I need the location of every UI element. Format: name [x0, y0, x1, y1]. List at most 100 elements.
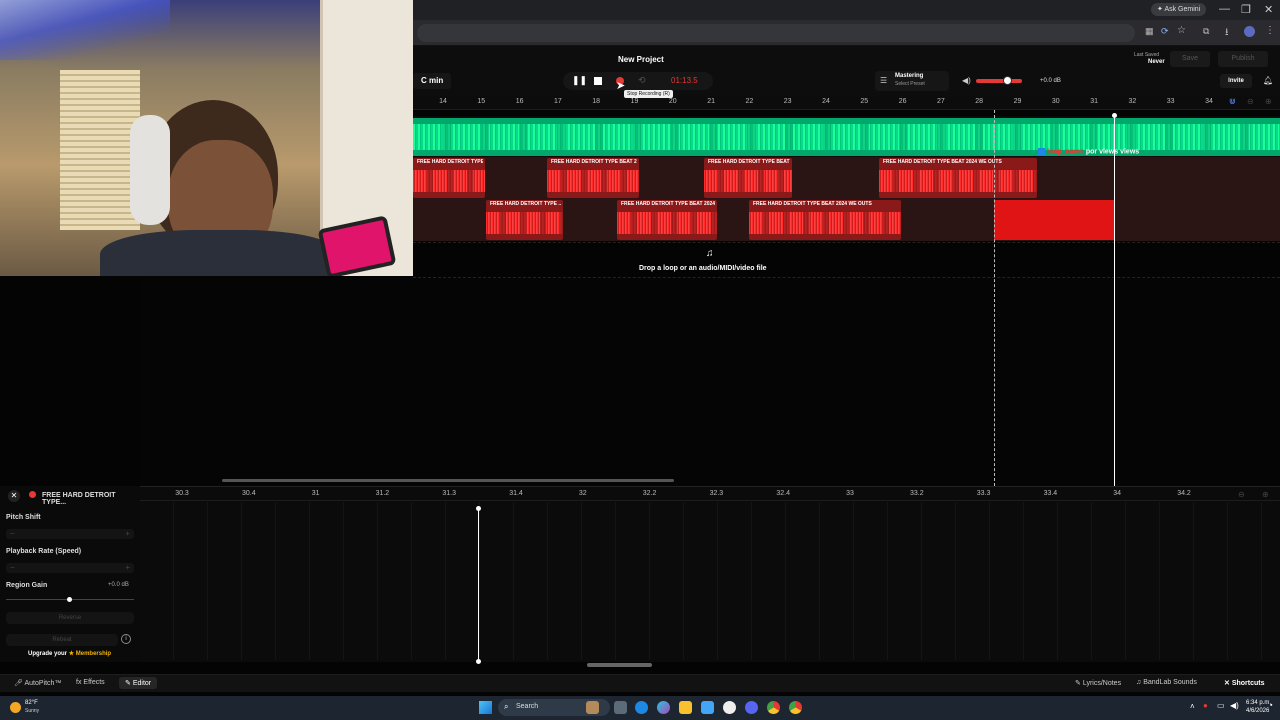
project-title[interactable]: New Project — [618, 55, 664, 64]
bell-icon[interactable]: 🔔︎ — [1263, 76, 1273, 85]
editor-tab[interactable]: ✎ Editor — [119, 677, 158, 689]
zoom-in-icon[interactable]: ⊕ — [1265, 97, 1272, 106]
master-volume-slider[interactable] — [976, 76, 1022, 85]
reverse-button[interactable]: Reverse — [6, 612, 134, 624]
volume-knob[interactable] — [1003, 76, 1012, 85]
editor-playhead[interactable] — [478, 508, 479, 662]
close-window-button[interactable]: ✕ — [1264, 3, 1273, 16]
editor-grid[interactable] — [140, 502, 1280, 660]
info-icon[interactable]: i — [121, 634, 131, 644]
horizontal-scrollbar[interactable] — [222, 479, 674, 482]
notification-icon[interactable]: ▪ — [1270, 702, 1272, 709]
sync-icon[interactable]: ⟳ — [1161, 26, 1169, 37]
restore-button[interactable]: ❐ — [1241, 3, 1251, 16]
editor-playhead-top[interactable] — [476, 506, 481, 511]
rebeat-button[interactable]: Rebeat — [6, 634, 118, 646]
shortcuts-button[interactable]: ✕ Shortcuts — [1224, 679, 1265, 687]
publish-button[interactable]: Publish — [1218, 51, 1268, 67]
copilot-icon[interactable] — [657, 701, 670, 714]
editor-ruler-tick: 31.2 — [375, 490, 390, 497]
ruler-tick: 30 — [1051, 98, 1060, 105]
mic-tray-icon[interactable]: ● — [1203, 701, 1208, 710]
pause-button[interactable]: ❚❚ — [572, 75, 587, 86]
track-loop[interactable]: loop_name por views views — [413, 116, 1280, 157]
playhead-marker[interactable] — [1112, 113, 1117, 118]
weather-temp[interactable]: 82°F — [25, 700, 38, 706]
editor-playhead-bottom[interactable] — [476, 659, 481, 664]
lyrics-notes-tab[interactable]: ✎ Lyrics/Notes — [1075, 679, 1121, 687]
magnet-icon[interactable]: ⋓ — [1229, 97, 1236, 106]
region-gain-knob[interactable] — [67, 597, 72, 602]
bookmark-star-icon[interactable]: ☆ — [1177, 25, 1186, 36]
editor-ruler-tick: 30.3 — [175, 490, 189, 497]
loop-icon[interactable]: ⟲ — [638, 75, 646, 86]
audio-clip[interactable]: FREE HARD DETROIT TYPE BEAT 2024 ... — [617, 200, 717, 240]
audio-clip[interactable]: FREE HARD DETROIT TYPE BE... — [413, 158, 485, 198]
playback-rate-stepper[interactable]: − + — [6, 563, 134, 573]
windows-start-icon[interactable] — [479, 701, 492, 714]
clock-date[interactable]: 4/6/2026 — [1246, 708, 1269, 714]
taskbar-search[interactable]: ⌕ Search — [498, 699, 610, 716]
tray-chevron-icon[interactable]: ˄ — [1190, 702, 1195, 711]
track-audio-2[interactable]: FREE HARD DETROIT TYPE ... FREE HARD DETR… — [413, 199, 1280, 241]
save-button[interactable]: Save — [1170, 51, 1210, 67]
note-icon: ✎ — [1075, 680, 1081, 687]
chrome-alt-icon[interactable] — [789, 701, 802, 714]
extensions-icon[interactable]: ▦ — [1145, 26, 1154, 37]
audio-clip[interactable]: FREE HARD DETROIT TYPE BEAT 2024 WE OUTS — [749, 200, 901, 240]
minimize-button[interactable]: — — [1219, 3, 1230, 15]
last-saved-label: Last Saved — [1134, 52, 1160, 58]
editor-ruler[interactable]: 30.3 30.4 31 31.2 31.3 31.4 32 32.2 32.3 32.4 33 33… — [140, 487, 1280, 501]
audio-clip[interactable]: FREE HARD DETROIT TYPE BEAT ... — [704, 158, 792, 198]
loop-waveform[interactable] — [413, 118, 1280, 156]
playhead-line[interactable] — [1114, 114, 1115, 486]
volume-tray-icon[interactable]: ◀) — [1230, 701, 1239, 710]
discord-icon[interactable] — [745, 701, 758, 714]
zoom-out-icon[interactable]: ⊖ — [1247, 97, 1254, 106]
audio-clip[interactable]: FREE HARD DETROIT TYPE ... — [486, 200, 563, 240]
puzzle-icon[interactable]: ⧉ — [1203, 26, 1209, 37]
browser-toolbar: ▦ ⟳ ☆ ⧉ ⭳ ⋮ — [413, 20, 1280, 46]
audio-clip[interactable]: FREE HARD DETROIT TYPE BEAT 2... — [547, 158, 639, 198]
clip-waveform — [704, 170, 792, 192]
edge-icon[interactable] — [635, 701, 648, 714]
ask-gemini-button[interactable]: ✦ Ask Gemini — [1151, 3, 1207, 16]
upgrade-text[interactable]: Upgrade your ★ Membership — [28, 650, 111, 657]
recording-region[interactable] — [994, 200, 1114, 240]
key-selector[interactable]: C min — [413, 73, 451, 89]
address-bar[interactable] — [417, 24, 1135, 42]
zoom-in-icon[interactable]: ⊕ — [1262, 490, 1269, 499]
editor-scrollbar[interactable] — [587, 663, 652, 667]
drop-zone[interactable]: ♫ Drop a loop or an audio/MIDI/video fil… — [413, 242, 1280, 278]
close-editor-button[interactable]: ✕ — [8, 490, 20, 502]
clock-time[interactable]: 6:34 p.m. — [1246, 700, 1271, 706]
chrome-icon[interactable] — [767, 701, 780, 714]
store-icon[interactable] — [701, 701, 714, 714]
timeline-ruler[interactable]: 14 15 16 17 18 19 20 21 22 23 24 25 26 27 28 29 30 31 32 33… — [413, 96, 1280, 110]
speaker-icon[interactable]: ◀) — [962, 76, 971, 85]
clip-title: FREE HARD DETROIT TYPE BEAT 2024 WE OUTS — [753, 201, 872, 207]
editor-ruler-tick: 32.3 — [709, 490, 724, 497]
profile-avatar[interactable] — [1244, 26, 1255, 37]
region-gain-slider[interactable] — [6, 597, 134, 602]
pitch-shift-stepper[interactable]: − + — [6, 529, 134, 539]
network-icon[interactable]: ▭ — [1217, 701, 1225, 710]
ruler-tick: 19 — [630, 98, 639, 105]
audio-clip[interactable]: FREE HARD DETROIT TYPE BEAT 2024 WE OUTS — [879, 158, 1037, 198]
clip-title: FREE HARD DETROIT TYPE BEAT 2... — [551, 159, 637, 165]
obs-icon[interactable] — [723, 701, 736, 714]
bandlab-sounds-tab[interactable]: ♫ BandLab Sounds — [1136, 679, 1197, 686]
download-icon[interactable]: ⭳ — [1225, 25, 1229, 42]
zoom-out-icon[interactable]: ⊖ — [1238, 490, 1245, 499]
track-audio-1[interactable]: FREE HARD DETROIT TYPE BE... FREE HARD DE… — [413, 157, 1280, 199]
weather-icon[interactable] — [10, 702, 21, 713]
mastering-button[interactable]: ☰ Mastering Select Preset — [875, 71, 949, 91]
arrangement-empty[interactable] — [140, 278, 1280, 486]
stop-button[interactable] — [594, 77, 602, 85]
file-explorer-icon[interactable] — [679, 701, 692, 714]
effects-tab[interactable]: fx Effects — [76, 679, 105, 686]
task-view-icon[interactable] — [614, 701, 627, 714]
autopitch-tab[interactable]: 🎤︎ AutoPitch™ — [14, 679, 61, 687]
invite-button[interactable]: Invite — [1220, 74, 1252, 88]
browser-menu-icon[interactable]: ⋮ — [1265, 25, 1275, 36]
